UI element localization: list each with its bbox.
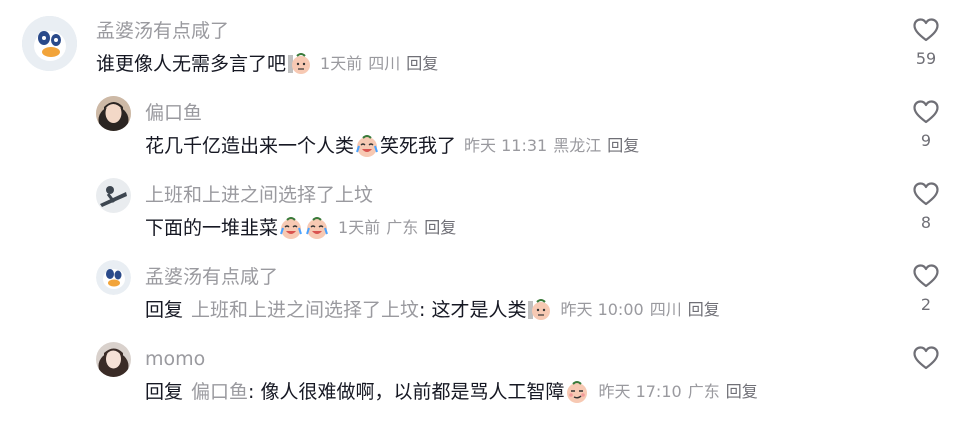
avatar[interactable]: [96, 96, 131, 131]
avatar[interactable]: [96, 178, 131, 213]
reply-button[interactable]: 回复: [406, 54, 438, 73]
comment-text: 谁更像人无需多言了吧: [96, 53, 287, 75]
comment-username[interactable]: 孟婆汤有点咸了: [145, 266, 278, 288]
smirk-emoji: [565, 380, 589, 404]
comment-time: 昨天 17:10: [598, 382, 682, 401]
avatar-image: [22, 16, 77, 71]
like-button[interactable]: 2: [906, 264, 946, 314]
reply-mention[interactable]: 偏口鱼: [191, 380, 248, 404]
comment-username[interactable]: 偏口鱼: [145, 102, 202, 124]
comment-meta: 昨天 11:31 黑龙江 回复: [464, 134, 645, 158]
comment-item: momo 回复 偏口鱼 : 像人很难做啊，以前都是骂人工智障 昨天 17:10 广…: [0, 336, 960, 418]
like-count: 8: [920, 213, 932, 232]
reply-prefix: 回复: [145, 299, 184, 321]
comment-body: 回复 偏口鱼 : 像人很难做啊，以前都是骂人工智障 昨天 17:10 广东 回复: [145, 380, 764, 404]
comment-body: 花几千亿造出来一个人类 笑死我了 昨天 11:31 黑龙江 回复: [145, 134, 645, 158]
heart-outline-icon: [913, 182, 939, 206]
comment-item: 偏口鱼 花几千亿造出来一个人类 笑死我了 昨天 11:31 黑龙江 回复 9: [0, 90, 960, 172]
comment-time: 昨天 10:00: [560, 300, 644, 319]
comment-body: 回复 上班和上进之间选择了上坟 : 这才是人类 昨天 10:00 四川 回复: [145, 298, 726, 322]
comment-body: 谁更像人无需多言了吧 1天前 四川 回复: [96, 52, 444, 76]
comment-location: 四川: [368, 54, 401, 73]
comment-meta: 1天前 广东 回复: [338, 216, 462, 240]
like-count: 2: [920, 295, 932, 314]
comment-time: 1天前: [338, 218, 381, 237]
heart-outline-icon: [913, 18, 939, 42]
comment-text: 下面的一堆韭菜: [145, 217, 279, 239]
comment-meta: 昨天 17:10 广东 回复: [598, 380, 763, 404]
comment-body: 下面的一堆韭菜 1天前 广东 回复: [145, 216, 462, 240]
comment-username[interactable]: 上班和上进之间选择了上坟: [145, 184, 373, 206]
laugh-cry-emoji: [355, 134, 379, 158]
reply-prefix: 回复: [145, 381, 184, 403]
heart-outline-icon: [913, 100, 939, 124]
like-count: 59: [915, 49, 937, 68]
comment-text: : 像人很难做啊，以前都是骂人工智障: [248, 381, 565, 403]
heart-outline-icon: [913, 346, 939, 370]
reply-button[interactable]: 回复: [424, 218, 456, 237]
comment-time: 昨天 11:31: [464, 136, 548, 155]
heart-outline-icon: [913, 264, 939, 288]
like-button[interactable]: 59: [906, 18, 946, 68]
comment-location: 黑龙江: [553, 136, 602, 155]
like-button[interactable]: [906, 346, 946, 378]
comment-item: 孟婆汤有点咸了 回复 上班和上进之间选择了上坟 : 这才是人类 昨天 10:00…: [0, 254, 960, 336]
avatar[interactable]: [22, 16, 77, 71]
avatar[interactable]: [96, 342, 131, 377]
comment-location: 广东: [687, 382, 720, 401]
comment-item: 上班和上进之间选择了上坟 下面的一堆韭菜 1天前 广东 回复 8: [0, 172, 960, 254]
comment-item: 孟婆汤有点咸了 谁更像人无需多言了吧 1天前 四川 回复 59: [0, 0, 960, 90]
avatar-image: [96, 260, 131, 295]
laugh-cry-emoji: [279, 216, 303, 240]
reply-button[interactable]: 回复: [688, 300, 720, 319]
avatar-image: [96, 178, 131, 213]
comment-location: 广东: [386, 218, 419, 237]
comment-time: 1天前: [320, 54, 363, 73]
comment-meta: 1天前 四川 回复: [320, 52, 444, 76]
avatar-image: [96, 342, 131, 377]
awkward-emoji: [527, 298, 551, 322]
like-count: 9: [920, 131, 932, 150]
comment-username[interactable]: 孟婆汤有点咸了: [96, 20, 229, 42]
comment-location: 四川: [649, 300, 682, 319]
comment-text: 花几千亿造出来一个人类: [145, 135, 355, 157]
like-button[interactable]: 9: [906, 100, 946, 150]
reply-button[interactable]: 回复: [607, 136, 639, 155]
laugh-cry-emoji: [305, 216, 329, 240]
avatar[interactable]: [96, 260, 131, 295]
like-button[interactable]: 8: [906, 182, 946, 232]
awkward-emoji: [287, 52, 311, 76]
reply-button[interactable]: 回复: [726, 382, 758, 401]
comment-username[interactable]: momo: [145, 348, 205, 370]
comment-text-suffix: 笑死我了: [380, 135, 457, 157]
reply-mention[interactable]: 上班和上进之间选择了上坟: [191, 298, 419, 322]
comment-text: : 这才是人类: [419, 299, 527, 321]
comment-meta: 昨天 10:00 四川 回复: [560, 298, 725, 322]
avatar-image: [96, 96, 131, 131]
